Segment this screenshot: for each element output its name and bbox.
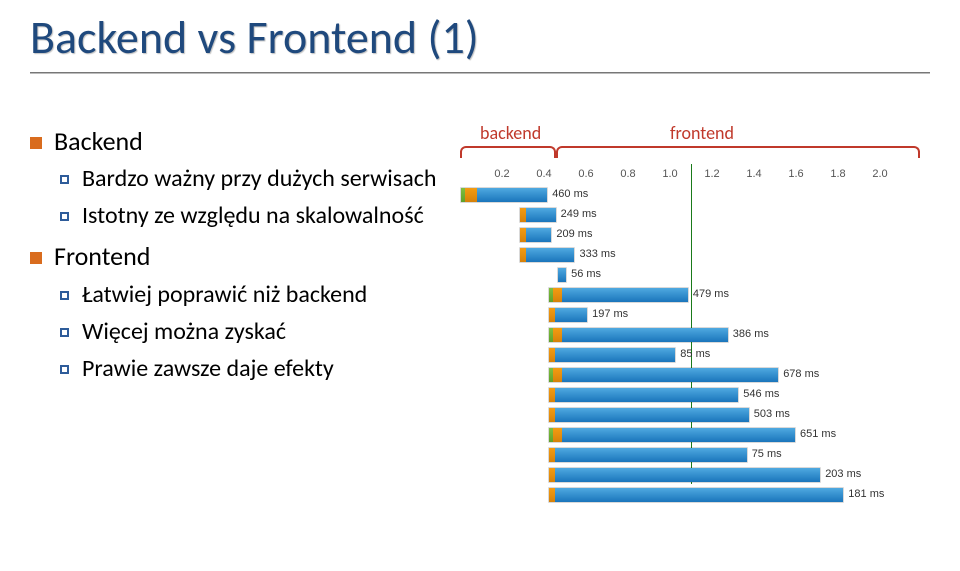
waterfall-row: 503 ms bbox=[460, 406, 920, 425]
chart-tick: 0.2 bbox=[494, 168, 509, 180]
bullet-backend-item: Bardzo ważny przy dużych serwisach bbox=[60, 163, 450, 194]
chart-tick: 1.8 bbox=[830, 168, 845, 180]
waterfall-ms-label: 85 ms bbox=[680, 348, 710, 360]
waterfall-row: 75 ms bbox=[460, 446, 920, 465]
waterfall-ms-label: 651 ms bbox=[800, 428, 836, 440]
waterfall-bar bbox=[548, 367, 779, 383]
chart-braces bbox=[460, 146, 920, 164]
waterfall-row: 386 ms bbox=[460, 326, 920, 345]
bullet-backend-label: Backend bbox=[54, 125, 143, 157]
bullet-frontend-item: Prawie zawsze daje efekty bbox=[60, 353, 450, 384]
chart-tick: 1.2 bbox=[704, 168, 719, 180]
waterfall-ms-label: 181 ms bbox=[848, 488, 884, 500]
chart-tick: 1.4 bbox=[746, 168, 761, 180]
chart-tick: 0.4 bbox=[536, 168, 551, 180]
waterfall-row: 479 ms bbox=[460, 286, 920, 305]
chart-label-frontend: frontend bbox=[670, 122, 734, 144]
waterfall-row: 209 ms bbox=[460, 226, 920, 245]
waterfall-ms-label: 203 ms bbox=[825, 468, 861, 480]
title-underline bbox=[30, 72, 930, 74]
waterfall-row: 249 ms bbox=[460, 206, 920, 225]
bullet-frontend-label: Frontend bbox=[54, 240, 150, 272]
chart-tick: 1.0 bbox=[662, 168, 677, 180]
waterfall-bar bbox=[548, 427, 796, 443]
waterfall-row: 203 ms bbox=[460, 466, 920, 485]
waterfall-ms-label: 503 ms bbox=[754, 408, 790, 420]
waterfall-bar bbox=[548, 447, 748, 463]
bullet-frontend-item: Łatwiej poprawić niż backend bbox=[60, 279, 450, 310]
waterfall-bar bbox=[548, 287, 689, 303]
bullet-content: Backend Bardzo ważny przy dużych serwisa… bbox=[30, 124, 450, 504]
waterfall-bar bbox=[519, 247, 576, 263]
waterfall-row: 651 ms bbox=[460, 426, 920, 445]
waterfall-ms-label: 678 ms bbox=[783, 368, 819, 380]
waterfall-chart: backend frontend 0.2 0.4 0.6 0.8 1.0 1.2 1.4 1.… bbox=[460, 124, 920, 504]
waterfall-row: 460 ms bbox=[460, 186, 920, 205]
bullet-backend-item: Istotny ze względu na skalowalność bbox=[60, 200, 450, 231]
bullet-frontend: Frontend Łatwiej poprawić niż backend Wi… bbox=[30, 239, 450, 384]
bullet-frontend-item: Więcej można zyskać bbox=[60, 316, 450, 347]
waterfall-bar bbox=[548, 467, 821, 483]
waterfall-ms-label: 56 ms bbox=[571, 268, 601, 280]
waterfall-row: 546 ms bbox=[460, 386, 920, 405]
waterfall-bar bbox=[548, 347, 676, 363]
chart-label-backend: backend bbox=[480, 122, 541, 144]
chart-tick: 2.0 bbox=[872, 168, 887, 180]
waterfall-ms-label: 249 ms bbox=[561, 208, 597, 220]
slide-title: Backend vs Frontend (1) bbox=[30, 10, 930, 66]
waterfall-bar bbox=[548, 307, 588, 323]
chart-tick: 0.6 bbox=[578, 168, 593, 180]
waterfall-bar bbox=[548, 407, 750, 423]
waterfall-ms-label: 197 ms bbox=[592, 308, 628, 320]
chart-tick: 0.8 bbox=[620, 168, 635, 180]
waterfall-bar bbox=[548, 487, 844, 503]
waterfall-row: 56 ms bbox=[460, 266, 920, 285]
bullet-backend: Backend Bardzo ważny przy dużych serwisa… bbox=[30, 124, 450, 231]
waterfall-bar bbox=[548, 387, 739, 403]
waterfall-ms-label: 75 ms bbox=[752, 448, 782, 460]
waterfall-bar bbox=[548, 327, 729, 343]
waterfall-row: 333 ms bbox=[460, 246, 920, 265]
waterfall-bar bbox=[460, 187, 548, 203]
waterfall-ms-label: 479 ms bbox=[693, 288, 729, 300]
waterfall-row: 197 ms bbox=[460, 306, 920, 325]
waterfall-ms-label: 209 ms bbox=[556, 228, 592, 240]
waterfall-ms-label: 333 ms bbox=[580, 248, 616, 260]
chart-rows: 460 ms 249 ms 209 ms 333 ms 56 ms 479 ms 197 m… bbox=[460, 186, 920, 506]
waterfall-row: 678 ms bbox=[460, 366, 920, 385]
waterfall-ms-label: 460 ms bbox=[552, 188, 588, 200]
waterfall-bar bbox=[519, 227, 553, 243]
waterfall-row: 85 ms bbox=[460, 346, 920, 365]
waterfall-ms-label: 546 ms bbox=[743, 388, 779, 400]
waterfall-ms-label: 386 ms bbox=[733, 328, 769, 340]
waterfall-bar bbox=[557, 267, 568, 283]
waterfall-bar bbox=[519, 207, 557, 223]
chart-tick: 1.6 bbox=[788, 168, 803, 180]
waterfall-row: 181 ms bbox=[460, 486, 920, 505]
